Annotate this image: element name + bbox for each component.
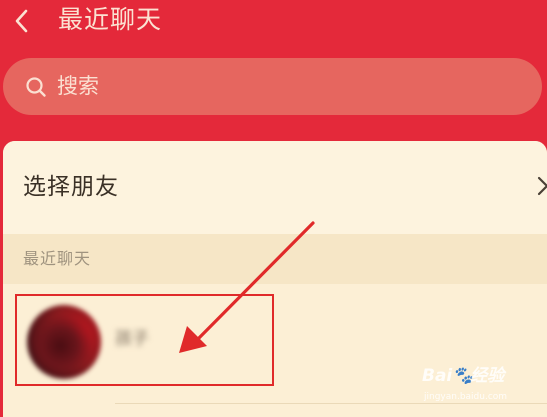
chevron-left-icon [6, 4, 40, 38]
baidu-jingyan-watermark: Bai🐾经验 jingyan.baidu.com [418, 361, 542, 405]
watermark-brand-right: 经验 [470, 366, 505, 386]
back-button[interactable] [6, 4, 40, 38]
section-label: 最近聊天 [23, 249, 92, 268]
search-input[interactable]: 搜索 [3, 58, 542, 115]
highlight-box [15, 294, 274, 386]
paw-icon: 🐾 [452, 366, 474, 386]
watermark-brand-left: Bai [422, 366, 453, 386]
search-placeholder: 搜索 [57, 74, 99, 98]
header-bar: 最近聊天 [0, 0, 547, 45]
recent-chats-section-header: 最近聊天 [3, 234, 547, 284]
search-icon [25, 76, 47, 98]
page-title: 最近聊天 [58, 5, 163, 34]
watermark-url: jingyan.baidu.com [424, 392, 508, 402]
select-friend-label: 选择朋友 [23, 174, 119, 200]
select-friend-button[interactable]: 选择朋友 [3, 141, 547, 234]
chevron-right-icon [536, 174, 547, 202]
